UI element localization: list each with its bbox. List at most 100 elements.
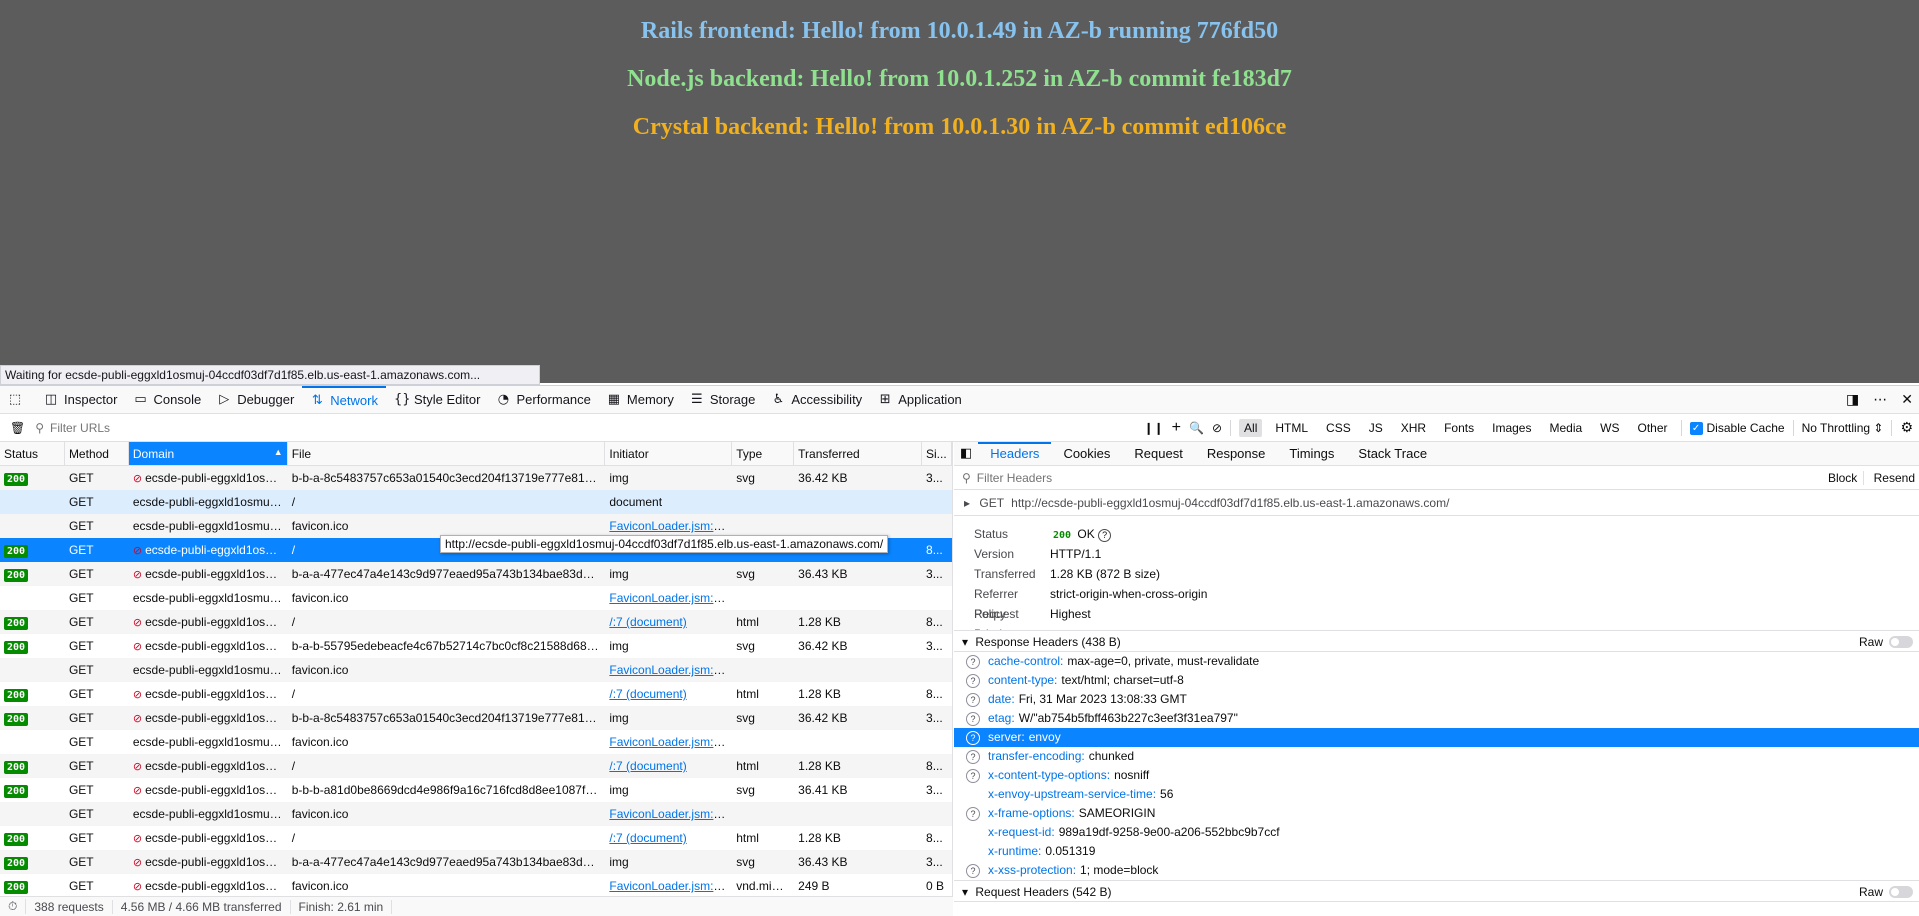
help-icon[interactable]: ?	[1098, 529, 1112, 542]
toggle-switch[interactable]	[1889, 886, 1913, 898]
table-row[interactable]: 200 GET ⊘ ecsde-publi-eggxld1osm... b-b-b-a8…	[0, 778, 952, 802]
tab-storage[interactable]: ☰ Storage	[682, 386, 764, 414]
table-row[interactable]: 200 GET ⊘ ecsde-publi-eggxld1osm... //:7 (do…	[0, 826, 952, 850]
help-icon[interactable]: ?	[966, 806, 980, 821]
raw-toggle[interactable]: Raw	[1859, 881, 1913, 903]
header-row[interactable]: ? cache-control: max-age=0, private, must-…	[954, 652, 1919, 671]
raw-toggle[interactable]: Raw	[1859, 631, 1913, 653]
checkbox-checked-icon[interactable]: ✓	[1689, 421, 1703, 435]
tab-request[interactable]: Request	[1122, 442, 1194, 466]
dock-icon[interactable]: ◨	[1846, 392, 1859, 408]
initiator-text[interactable]: FaviconLoader.jsm:1...	[609, 663, 730, 677]
filter-fonts[interactable]: Fonts	[1439, 419, 1479, 437]
filter-urls-input[interactable]	[50, 415, 1151, 440]
table-row[interactable]: 200 GET ⊘ ecsde-publi-eggxld1osm... b-a-a-47…	[0, 562, 952, 586]
table-row[interactable]: GET ecsde-publi-eggxld1osmuj-... / document	[0, 490, 952, 514]
col-file[interactable]: File	[288, 442, 606, 465]
tab-headers[interactable]: Headers	[978, 442, 1052, 466]
tab-inspector[interactable]: ◫ Inspector	[36, 386, 125, 414]
filter-css[interactable]: CSS	[1321, 419, 1356, 437]
table-row[interactable]: GET ecsde-publi-eggxld1osmuj-... favicon.i…	[0, 586, 952, 610]
initiator-text[interactable]: /:7 (document)	[609, 759, 686, 773]
request-url-line[interactable]: ▸ GET http://ecsde-publi-eggxld1osmuj-04…	[954, 490, 1919, 516]
tab-performance[interactable]: ◔ Performance	[488, 386, 598, 414]
initiator-text[interactable]: FaviconLoader.jsm:1...	[609, 591, 730, 605]
col-method[interactable]: Method	[65, 442, 129, 465]
filter-xhr[interactable]: XHR	[1396, 419, 1431, 437]
table-row[interactable]: 200 GET ⊘ ecsde-publi-eggxld1osm... //:7 (do…	[0, 754, 952, 778]
filter-images[interactable]: Images	[1487, 419, 1536, 437]
filter-all[interactable]: All	[1239, 419, 1263, 437]
header-row[interactable]: x-runtime: 0.051319	[954, 842, 1919, 861]
disable-cache-toggle[interactable]: ✓ Disable Cache	[1689, 421, 1785, 435]
help-icon[interactable]: ?	[966, 768, 980, 783]
sidebar-toggle-icon[interactable]: ◧	[954, 446, 978, 461]
table-row[interactable]: 200 GET ⊘ ecsde-publi-eggxld1osm... favicon.…	[0, 874, 952, 896]
help-icon[interactable]: ?	[966, 692, 980, 707]
toggle-switch[interactable]	[1889, 636, 1913, 648]
col-initiator[interactable]: Initiator	[605, 442, 733, 465]
col-size[interactable]: Si...	[922, 442, 952, 465]
trash-icon[interactable]: 🗑	[10, 421, 25, 435]
header-row[interactable]: ? server: envoy	[954, 728, 1919, 747]
tab-accessibility[interactable]: ♿ Accessibility	[763, 386, 870, 414]
tab-memory[interactable]: ▦ Memory	[599, 386, 682, 414]
table-row[interactable]: GET ecsde-publi-eggxld1osmuj-... favicon.i…	[0, 658, 952, 682]
tab-debugger[interactable]: ▷ Debugger	[209, 386, 302, 414]
settings-gear-icon[interactable]: ⚙	[1900, 420, 1913, 436]
close-icon[interactable]: ✕	[1901, 392, 1913, 408]
tab-application[interactable]: ⊞ Application	[870, 386, 970, 414]
header-row[interactable]: ? x-content-type-options: nosniff	[954, 766, 1919, 785]
filter-js[interactable]: JS	[1364, 419, 1388, 437]
help-icon[interactable]: ?	[966, 749, 980, 764]
header-row[interactable]: ? x-frame-options: SAMEORIGIN	[954, 804, 1919, 823]
tab-timings[interactable]: Timings	[1277, 442, 1346, 466]
help-icon[interactable]: ?	[966, 711, 980, 726]
col-status[interactable]: Status	[0, 442, 65, 465]
filter-media[interactable]: Media	[1544, 419, 1587, 437]
tab-network[interactable]: ⇅ Network	[302, 385, 386, 414]
block-button[interactable]: Block	[1821, 471, 1865, 485]
table-row[interactable]: 200 GET ⊘ ecsde-publi-eggxld1osm... b-a-b-55…	[0, 634, 952, 658]
element-picker[interactable]: ⬚	[0, 386, 36, 414]
tab-response[interactable]: Response	[1195, 442, 1278, 466]
help-icon[interactable]: ?	[966, 730, 980, 745]
table-row[interactable]: GET ecsde-publi-eggxld1osmuj-... favicon.i…	[0, 730, 952, 754]
initiator-text[interactable]: /:7 (document)	[609, 831, 686, 845]
table-row[interactable]: 200 GET ⊘ ecsde-publi-eggxld1osm... //:7 (do…	[0, 610, 952, 634]
header-row[interactable]: ? transfer-encoding: chunked	[954, 747, 1919, 766]
header-row[interactable]: ? x-xss-protection: 1; mode=block	[954, 861, 1919, 880]
block-icon[interactable]: ⊘	[1212, 421, 1222, 435]
initiator-text[interactable]: FaviconLoader.jsm:1...	[609, 879, 730, 893]
tab-console[interactable]: ▭ Console	[125, 386, 209, 414]
col-domain[interactable]: Domain ▲	[128, 442, 288, 465]
col-type[interactable]: Type	[732, 442, 795, 465]
table-row[interactable]: GET ecsde-publi-eggxld1osmuj-... favicon.i…	[0, 802, 952, 826]
initiator-text[interactable]: FaviconLoader.jsm:1...	[609, 807, 730, 821]
col-transferred[interactable]: Transferred	[794, 442, 923, 465]
table-row[interactable]: 200 GET ⊘ ecsde-publi-eggxld1osm... b-b-a-8c…	[0, 706, 952, 730]
table-row[interactable]: 200 GET ⊘ ecsde-publi-eggxld1osm... //:7 (do…	[0, 682, 952, 706]
throttling-select[interactable]: No Throttling ⇕	[1802, 421, 1884, 435]
table-row[interactable]: 200 GET ⊘ ecsde-publi-eggxld1osm... b-a-a-47…	[0, 850, 952, 874]
tab-stack-trace[interactable]: Stack Trace	[1346, 442, 1439, 466]
header-row[interactable]: x-envoy-upstream-service-time: 56	[954, 785, 1919, 804]
plus-icon[interactable]: +	[1172, 419, 1181, 437]
tab-style-editor[interactable]: {} Style Editor	[386, 386, 488, 414]
response-headers-section[interactable]: ▾ Response Headers (438 B) Raw	[954, 630, 1919, 652]
header-row[interactable]: ? date: Fri, 31 Mar 2023 13:08:33 GMT	[954, 690, 1919, 709]
filter-headers-input[interactable]: Filter Headers	[977, 471, 1052, 485]
initiator-text[interactable]: /:7 (document)	[609, 687, 686, 701]
resend-button[interactable]: Resend	[1868, 471, 1915, 485]
request-headers-section[interactable]: ▾ Request Headers (542 B) Raw	[954, 880, 1919, 902]
header-row[interactable]: ? content-type: text/html; charset=utf-8	[954, 671, 1919, 690]
initiator-text[interactable]: FaviconLoader.jsm:1...	[609, 735, 730, 749]
expand-arrow-icon[interactable]: ▸	[964, 496, 970, 510]
filter-ws[interactable]: WS	[1595, 419, 1624, 437]
search-icon[interactable]: 🔍	[1189, 421, 1204, 435]
help-icon[interactable]: ?	[966, 673, 980, 688]
tab-cookies[interactable]: Cookies	[1051, 442, 1122, 466]
help-icon[interactable]: ?	[966, 863, 980, 878]
header-row[interactable]: x-request-id: 989a19df-9258-9e00-a206-552…	[954, 823, 1919, 842]
help-icon[interactable]: ?	[966, 654, 980, 669]
